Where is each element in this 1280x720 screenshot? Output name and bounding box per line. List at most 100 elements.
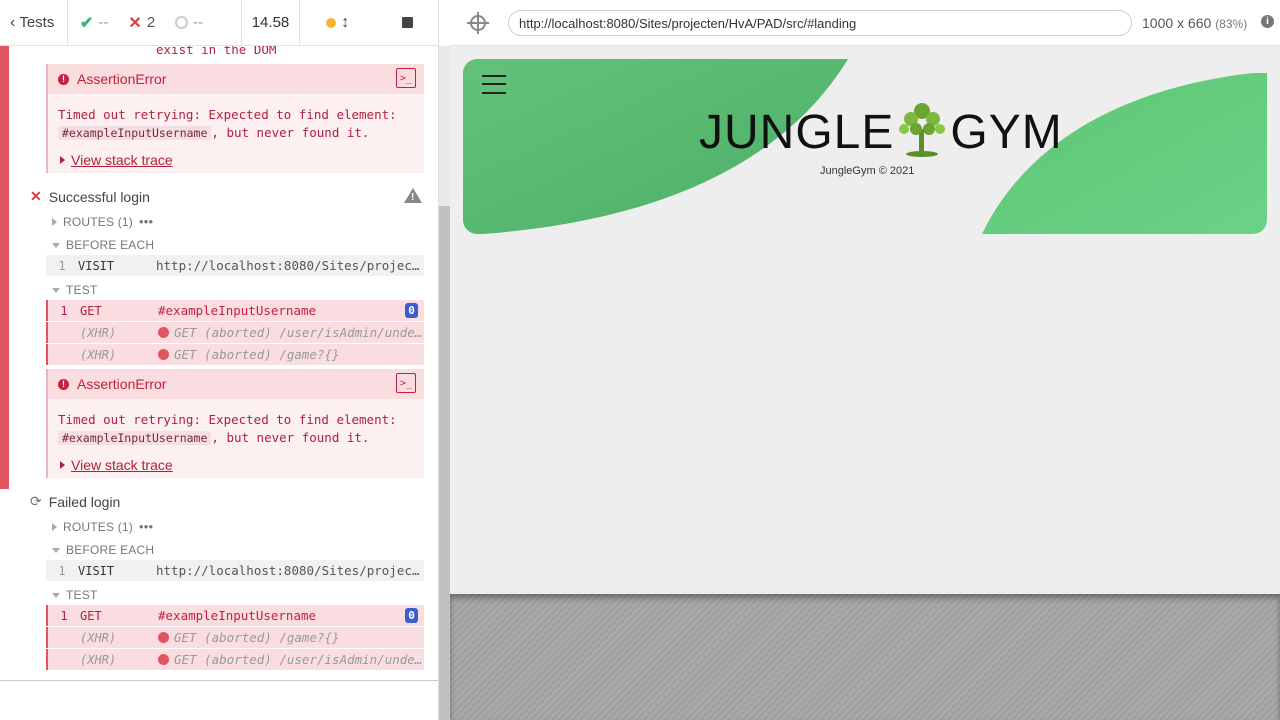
reporter-header: ‹ Tests ✔ -- ✕ 2 -- 14.58 ↕ bbox=[0, 0, 438, 46]
passed-count: -- bbox=[98, 14, 109, 31]
routes-toggle[interactable]: ROUTES (1) ••• bbox=[52, 519, 153, 534]
caret-right-icon bbox=[60, 156, 65, 164]
error-box: ! AssertionError >_ Timed out retrying: … bbox=[46, 369, 424, 478]
error-title: ! AssertionError >_ bbox=[48, 369, 424, 399]
error-title: ! AssertionError >_ bbox=[48, 64, 424, 94]
x-icon: ✕ bbox=[128, 14, 142, 32]
logo-text-right: GYM bbox=[950, 106, 1063, 159]
scrollbar-thumb[interactable] bbox=[439, 206, 450, 720]
pending-count: -- bbox=[193, 14, 204, 31]
refresh-icon: ⟳ bbox=[30, 493, 42, 509]
error-message: Timed out retrying: Expected to find ele… bbox=[58, 411, 397, 447]
error-box: ! AssertionError >_ Timed out retrying: … bbox=[46, 64, 424, 173]
command-visit[interactable]: 1 VISIT http://localhost:8080/Sites/proj… bbox=[46, 255, 424, 276]
view-stack-trace[interactable]: View stack trace bbox=[60, 457, 173, 473]
check-icon: ✔ bbox=[80, 14, 94, 32]
failed-count: 2 bbox=[146, 14, 156, 31]
error-line: Timed out retrying: Expected to find ele… bbox=[58, 107, 397, 122]
before-each-label: BEFORE EACH bbox=[66, 543, 155, 557]
test-failed-login[interactable]: ⟳ Failed login bbox=[30, 493, 120, 510]
command-xhr[interactable]: (XHR) GET (aborted) /game?{} bbox=[46, 344, 424, 365]
auto-scroll-toggle[interactable]: ↕ bbox=[326, 14, 349, 32]
command-name: (XHR) bbox=[80, 347, 117, 362]
info-icon[interactable]: i bbox=[1261, 15, 1274, 28]
x-icon: ✕ bbox=[30, 188, 42, 204]
command-number: 1 bbox=[58, 563, 66, 578]
command-message: #exampleInputUsername bbox=[158, 608, 317, 623]
test-label: TEST bbox=[66, 588, 98, 602]
status-dot-icon bbox=[158, 654, 169, 665]
ellipsis-icon: ••• bbox=[139, 214, 154, 229]
error-code: #exampleInputUsername bbox=[58, 431, 212, 445]
tests-label: Tests bbox=[19, 14, 55, 31]
viewport-size: 1000 x 660 bbox=[1142, 15, 1212, 31]
aut-header: http://localhost:8080/Sites/projecten/Hv… bbox=[450, 0, 1280, 46]
caret-right-icon bbox=[52, 522, 57, 531]
test-body-toggle[interactable]: TEST bbox=[52, 283, 97, 297]
view-stack-trace[interactable]: View stack trace bbox=[60, 152, 173, 168]
before-each-toggle[interactable]: BEFORE EACH bbox=[52, 543, 154, 557]
before-each-toggle[interactable]: BEFORE EACH bbox=[52, 238, 154, 252]
command-xhr[interactable]: (XHR) GET (aborted) /game?{} bbox=[46, 627, 424, 648]
command-get[interactable]: 1 GET #exampleInputUsername 0 bbox=[46, 300, 424, 321]
element-count-badge: 0 bbox=[405, 608, 418, 623]
command-name: (XHR) bbox=[80, 630, 117, 645]
command-name: VISIT bbox=[78, 563, 115, 578]
command-message: GET (aborted) /user/isAdmin/undefined bbox=[174, 652, 424, 667]
caret-down-icon bbox=[52, 287, 60, 293]
view-stack-trace-label: View stack trace bbox=[71, 152, 173, 168]
tree-icon bbox=[899, 103, 946, 157]
stats: ✔ -- ✕ 2 -- bbox=[68, 0, 242, 46]
terminal-icon[interactable]: >_ bbox=[396, 373, 416, 393]
error-rest: , but never found it. bbox=[211, 125, 370, 140]
failure-indicator bbox=[0, 46, 9, 489]
test-successful-login[interactable]: ✕ Successful login bbox=[30, 188, 150, 205]
caret-down-icon bbox=[52, 547, 60, 553]
view-stack-trace-label: View stack trace bbox=[71, 457, 173, 473]
error-rest: , but never found it. bbox=[211, 430, 370, 445]
command-name: GET bbox=[80, 303, 102, 318]
exclamation-icon: ! bbox=[58, 378, 69, 390]
command-xhr[interactable]: (XHR) GET (aborted) /user/isAdmin/undefi… bbox=[46, 649, 424, 670]
command-message: #exampleInputUsername bbox=[158, 303, 317, 318]
warning-mark: ! bbox=[411, 192, 415, 203]
status-dot-icon bbox=[326, 17, 337, 28]
chevron-left-icon: ‹ bbox=[10, 13, 16, 31]
routes-toggle[interactable]: ROUTES (1) ••• bbox=[52, 214, 153, 229]
url-bar[interactable]: http://localhost:8080/Sites/projecten/Hv… bbox=[508, 10, 1132, 36]
tests-button[interactable]: ‹ Tests bbox=[0, 0, 68, 46]
cypress-runner: ‹ Tests ✔ -- ✕ 2 -- 14.58 ↕ exist in the… bbox=[0, 0, 1280, 720]
error-message: Timed out retrying: Expected to find ele… bbox=[58, 106, 397, 142]
stat-pending: -- bbox=[175, 14, 203, 31]
error-title-text: AssertionError bbox=[77, 71, 167, 87]
caret-right-icon bbox=[52, 217, 57, 226]
circle-notch-icon bbox=[175, 16, 189, 29]
stat-failed: ✕ 2 bbox=[128, 13, 155, 33]
viewport-info: 1000 x 660 (83%) bbox=[1142, 15, 1247, 31]
stop-icon[interactable] bbox=[401, 17, 413, 28]
command-visit[interactable]: 1 VISIT http://localhost:8080/Sites/proj… bbox=[46, 560, 424, 581]
command-get[interactable]: 1 GET #exampleInputUsername 0 bbox=[46, 605, 424, 626]
routes-label: ROUTES (1) bbox=[63, 519, 134, 534]
command-xhr[interactable]: (XHR) GET (aborted) /user/isAdmin/undefi… bbox=[46, 322, 424, 343]
test-title: Failed login bbox=[48, 493, 121, 510]
error-title-text: AssertionError bbox=[77, 376, 167, 392]
copyright-text: JungleGym © 2021 bbox=[820, 165, 915, 177]
command-message: http://localhost:8080/Sites/projecten/Hv… bbox=[156, 258, 424, 273]
logo-text-left: JUNGLE bbox=[699, 106, 895, 159]
run-controls: ↕ bbox=[300, 0, 438, 46]
exclamation-icon: ! bbox=[58, 73, 69, 85]
arrows-vertical-icon: ↕ bbox=[341, 13, 350, 31]
error-code: #exampleInputUsername bbox=[58, 126, 212, 140]
terminal-icon[interactable]: >_ bbox=[396, 68, 416, 88]
caret-down-icon bbox=[52, 242, 60, 248]
ellipsis-icon: ••• bbox=[139, 519, 154, 534]
command-number: 1 bbox=[60, 608, 68, 623]
crosshair-h bbox=[467, 22, 489, 24]
reporter-body: exist in the DOM ! AssertionError >_ Tim… bbox=[0, 46, 438, 680]
hamburger-menu-icon[interactable] bbox=[482, 75, 506, 95]
test-body-toggle[interactable]: TEST bbox=[52, 588, 97, 602]
test-title: Successful login bbox=[48, 188, 150, 205]
caret-down-icon bbox=[52, 592, 60, 598]
command-name: VISIT bbox=[78, 258, 115, 273]
